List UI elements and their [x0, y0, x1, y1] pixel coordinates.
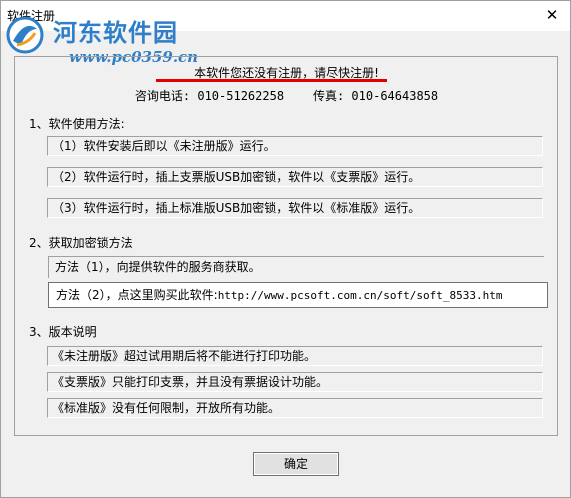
phone-label: 咨询电话:: [134, 89, 191, 103]
buy-link-prefix: 方法（2），点这里购买此软件:: [56, 288, 218, 302]
window-title: 软件注册: [7, 9, 56, 23]
buy-link-button[interactable]: 方法（2），点这里购买此软件:http://www.pcsoft.com.cn/…: [48, 282, 548, 308]
usage-item: （3）软件运行时，插上标准版USB加密锁，软件以《标准版》运行。: [47, 198, 543, 218]
section-versions-title: 3、版本说明: [29, 325, 97, 339]
title-bar: 软件注册 ✕: [1, 1, 570, 31]
version-item: 《支票版》只能打印支票，并且没有票据设计功能。: [47, 372, 543, 392]
version-item: 《标准版》没有任何限制，开放所有功能。: [47, 398, 543, 418]
buy-link-url: http://www.pcsoft.com.cn/soft/soft_8533.…: [217, 289, 503, 302]
contact-info: 咨询电话: 010-51262258 传真: 010-64643858: [1, 87, 571, 104]
ok-button[interactable]: 确定: [253, 452, 339, 476]
registration-dialog: 软件注册 ✕ 河东软件园 www.pc0359.cn 本软件您还没有注册，请尽快…: [0, 0, 571, 498]
notice-underline: [156, 79, 387, 82]
section-usage-title: 1、软件使用方法:: [29, 117, 125, 131]
fax-label: 传真:: [312, 89, 345, 103]
fax-number: 010-64643858: [351, 89, 439, 103]
section-acquire-title: 2、获取加密锁方法: [29, 236, 133, 250]
close-button[interactable]: ✕: [540, 5, 564, 25]
usage-item: （2）软件运行时，插上支票版USB加密锁，软件以《支票版》运行。: [47, 167, 543, 187]
phone-number: 010-51262258: [197, 89, 285, 103]
version-item: 《未注册版》超过试用期后将不能进行打印功能。: [47, 346, 543, 366]
acquire-method-1: 方法（1），向提供软件的服务商获取。: [48, 256, 544, 278]
usage-item: （1）软件安装后即以《未注册版》运行。: [47, 136, 543, 156]
